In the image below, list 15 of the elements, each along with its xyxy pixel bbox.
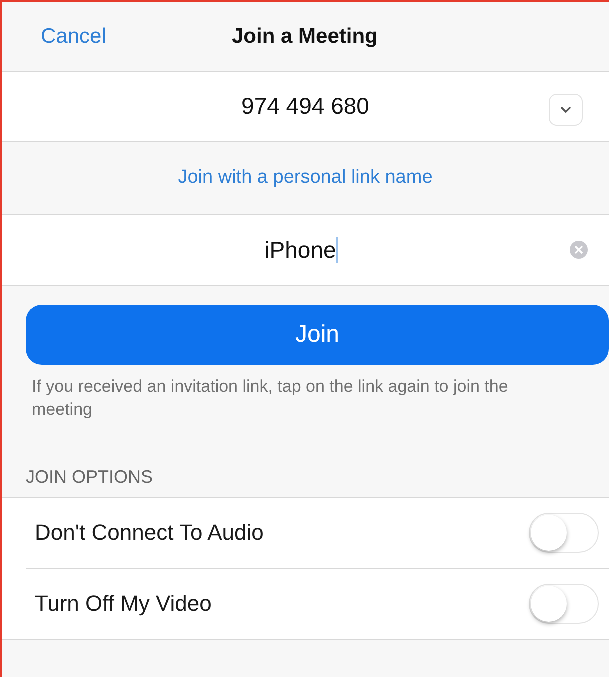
option-label: Don't Connect To Audio xyxy=(35,520,264,546)
clear-icon[interactable] xyxy=(570,241,588,259)
personal-link[interactable]: Join with a personal link name xyxy=(178,167,433,189)
join-button[interactable]: Join xyxy=(26,305,609,365)
toggle-switch[interactable] xyxy=(529,584,599,624)
chevron-down-icon xyxy=(560,106,572,114)
section-title: JOIN OPTIONS xyxy=(26,467,154,489)
name-field[interactable]: iPhone xyxy=(264,236,338,264)
cancel-link[interactable]: Cancel xyxy=(41,24,106,48)
dropdown-button[interactable] xyxy=(549,94,583,126)
hint-text: If you received an invitation link, tap on the link again to join the meeting xyxy=(32,376,510,421)
option-label: Turn Off My Video xyxy=(35,591,212,617)
screen-title: Join a Meeting xyxy=(232,24,378,48)
toggle-switch[interactable] xyxy=(529,513,599,553)
meeting-id-field[interactable]: 974 494 680 xyxy=(242,93,370,120)
